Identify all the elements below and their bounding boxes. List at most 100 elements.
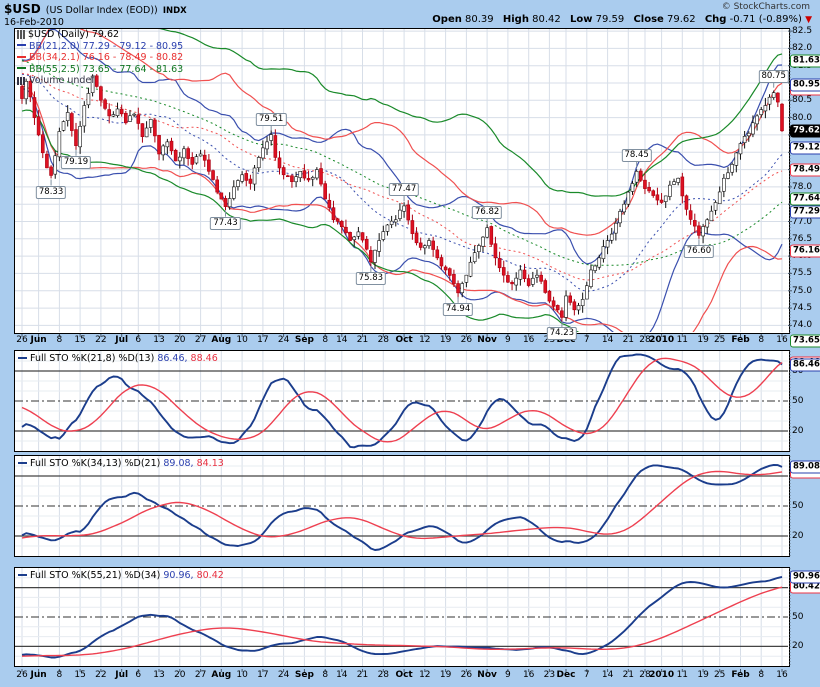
sto1-k-value: 86.46, [157, 353, 187, 364]
date-tick-label: 14 [602, 335, 613, 345]
sto-axis-tick: 50 [792, 612, 803, 622]
low-label: Low [570, 14, 592, 25]
sto2-label: Full STO %K(34,13) %D(21) [30, 458, 163, 469]
date-tick-label: 7 [584, 335, 590, 345]
price-badge: 80.95 [790, 78, 820, 91]
date-axis-main: 26Jun81522Jul6132027Aug101724Sep8142128O… [0, 335, 820, 349]
legend-bb34: BB(34,2.1) 76.16 - 78.49 - 80.82 [29, 52, 183, 63]
high-label: High [503, 14, 529, 25]
date-tick-label: Jun [31, 335, 47, 345]
chart-header: $USD (US Dollar Index (EOD)) INDX 16-Feb… [4, 2, 187, 29]
date-tick-label: 22 [95, 670, 106, 680]
price-annotation: 74.23 [547, 327, 577, 340]
date-tick-label: 12 [419, 670, 430, 680]
date-tick-label: 7 [584, 670, 590, 680]
date-tick-label: Jul [115, 670, 128, 680]
price-badge: 81.63 [790, 55, 820, 68]
price-axis-tick: 78.0 [792, 182, 812, 192]
date-tick-label: 21 [623, 335, 634, 345]
sto2-legend: Full STO %K(34,13) %D(21) 89.08, 84.13 [18, 458, 224, 469]
sto-axis-tick: 20 [792, 641, 803, 651]
legend-bb55: BB(55,2.5) 73.65 - 77.64 - 81.63 [29, 64, 183, 75]
bb21-line-icon [17, 44, 26, 46]
price-axis-tick: 82.5 [792, 26, 812, 36]
open-label: Open [432, 14, 462, 25]
chg-label: Chg [705, 14, 727, 25]
date-tick-label: 9 [505, 335, 511, 345]
date-tick-label: Aug [211, 335, 231, 345]
sto3-k-value: 90.96, [163, 570, 193, 581]
date-tick-label: 27 [195, 670, 206, 680]
sto-axis-tick: 50 [792, 396, 803, 406]
price-badge: 76.16 [790, 244, 820, 257]
date-tick-label: 17 [257, 670, 268, 680]
date-tick-label: 25 [714, 670, 725, 680]
chg-down-arrow-icon: ▼ [805, 15, 812, 25]
date-tick-label: 17 [257, 335, 268, 345]
sto-k-badge: 89.08 [790, 460, 820, 473]
date-tick-label: Dec [557, 670, 576, 680]
price-annotation: 78.45 [621, 149, 651, 162]
date-tick-label: Feb [731, 670, 749, 680]
price-annotation: 80.75 [759, 70, 789, 83]
sto1-label: Full STO %K(21,8) %D(13) [30, 353, 157, 364]
price-annotation: 78.33 [36, 186, 66, 199]
date-tick-label: Sep [295, 335, 314, 345]
date-tick-label: 11 [677, 670, 688, 680]
date-tick-label: 14 [336, 335, 347, 345]
date-tick-label: 8 [57, 335, 63, 345]
date-tick-label: 24 [278, 335, 289, 345]
date-tick-label: 9 [505, 670, 511, 680]
price-axis-tick: 80.5 [792, 95, 812, 105]
price-axis-tick: 74.0 [792, 320, 812, 330]
symbol-name: (US Dollar Index (EOD)) [46, 5, 158, 16]
date-tick-label: Jun [31, 670, 47, 680]
sto2-k-value: 89.08, [163, 458, 193, 469]
price-annotation: 79.51 [256, 113, 286, 126]
date-tick-label: 28 [378, 335, 389, 345]
price-annotation: 77.47 [389, 183, 419, 196]
date-tick-label: 8 [758, 670, 764, 680]
date-tick-label: Feb [731, 335, 749, 345]
date-tick-label: 16 [776, 670, 787, 680]
high-value: 80.42 [532, 14, 561, 25]
date-tick-label: 19 [440, 335, 451, 345]
price-badge: 77.29 [790, 205, 820, 218]
date-tick-label: 6 [135, 670, 141, 680]
sto-line-icon [18, 574, 27, 576]
date-tick-label: 16 [776, 335, 787, 345]
bb34-line-icon [17, 56, 26, 58]
candlestick-icon [17, 30, 25, 39]
sto-line-icon [18, 462, 27, 464]
date-tick-label: 10 [236, 335, 247, 345]
date-tick-label: 15 [74, 335, 85, 345]
low-value: 79.59 [596, 14, 625, 25]
price-badge: 77.64 [790, 193, 820, 206]
sto1-d-value: 88.46 [188, 353, 218, 364]
date-tick-label: 8 [758, 335, 764, 345]
date-tick-label: 14 [336, 670, 347, 680]
date-tick-label: 28 [378, 670, 389, 680]
date-tick-label: 8 [322, 670, 328, 680]
date-tick-label: Nov [477, 670, 497, 680]
price-axis-tick: 76.5 [792, 234, 812, 244]
copyright-label: © StockCharts.com [722, 2, 810, 12]
date-tick-label: 2010 [649, 670, 674, 680]
date-tick-label: 21 [357, 670, 368, 680]
price-annotation: 76.60 [684, 245, 714, 258]
main-chart-legend: $USD (Daily) 79.62 BB(21,2.0) 77.29 - 79… [17, 29, 183, 87]
sto3-legend: Full STO %K(55,21) %D(34) 90.96, 80.42 [18, 570, 224, 581]
price-axis-tick: 82.0 [792, 43, 812, 53]
price-axis-tick: 75.5 [792, 268, 812, 278]
ohlc-summary: Open 80.39 High 80.42 Low 79.59 Close 79… [432, 14, 812, 25]
date-tick-label: Aug [211, 670, 231, 680]
price-axis-tick: 74.5 [792, 303, 812, 313]
sto3-label: Full STO %K(55,21) %D(34) [30, 570, 163, 581]
open-value: 80.39 [465, 14, 494, 25]
date-tick-label: 16 [523, 670, 534, 680]
close-value: 79.62 [667, 14, 696, 25]
date-tick-label: 23 [544, 670, 555, 680]
price-annotation: 77.43 [210, 217, 240, 230]
sto2-d-value: 84.13 [194, 458, 224, 469]
sto3-d-value: 80.42 [194, 570, 224, 581]
